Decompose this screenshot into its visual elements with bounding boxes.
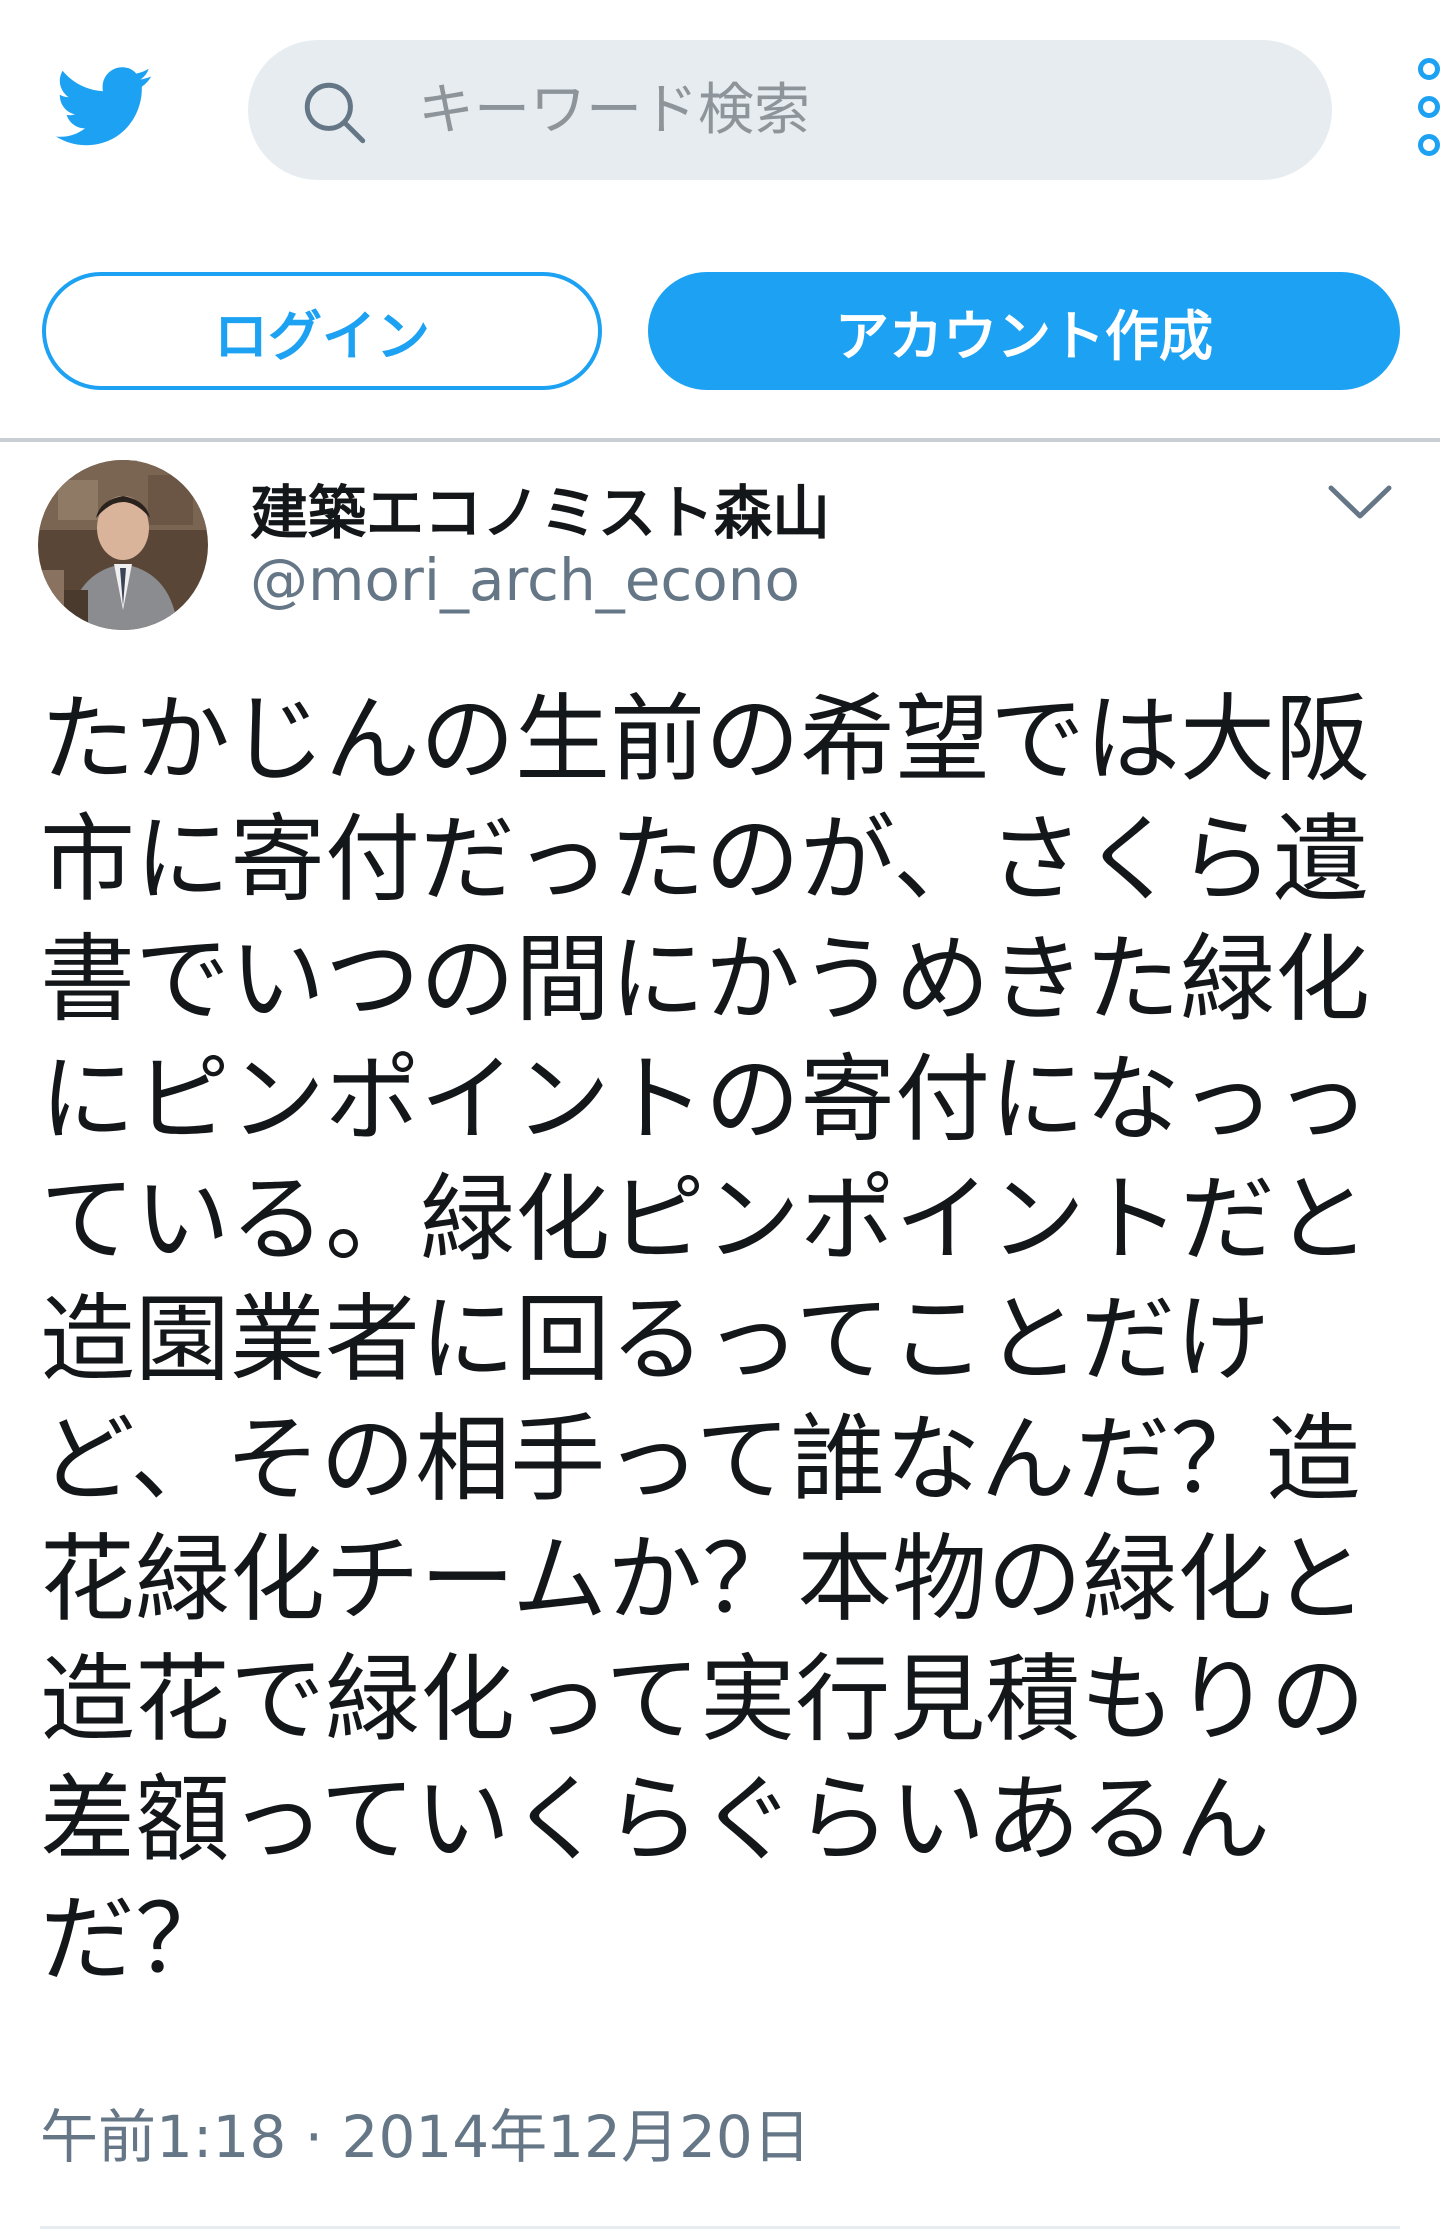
header-divider [0,438,1440,442]
avatar[interactable] [38,460,208,630]
tweet-timestamp[interactable]: 午前1:18 · 2014年12月20日 [40,2090,811,2174]
search-input[interactable] [418,62,1278,158]
twitter-bird-icon[interactable] [52,58,158,154]
tweet-text-line: 書でいつの間にかうめきた緑化 [40,925,1371,1035]
tweet-text-line: だ？ [40,1885,231,1995]
tweet-text-line: たかじんの生前の希望では大阪 [40,685,1371,795]
search-icon [304,82,366,144]
create-account-button[interactable]: アカウント作成 [648,272,1400,390]
dot [1418,96,1440,118]
user-handle[interactable]: @mori_arch_econo [250,546,800,614]
display-name[interactable]: 建築エコノミスト森山 [250,466,830,550]
login-button[interactable]: ログイン [42,272,602,390]
chevron-down-icon[interactable] [1325,478,1395,524]
tweet-text-line: 差額っていくらぐらいあるん [40,1765,1271,1875]
search-bar[interactable] [248,40,1332,180]
dot [1418,58,1440,80]
tweet-text-line: ど、その相手って誰なんだ？造 [40,1405,1361,1515]
tweet-text-line: 造園業者に回るってことだけ [40,1285,1271,1395]
tweet-text-line: ている。緑化ピンポイントだと [40,1165,1371,1275]
avatar-photo [38,460,208,630]
tweet-text-line: 花緑化チームか？本物の緑化と [40,1525,1368,1635]
bottom-divider [40,2226,1400,2229]
tweet-text-line: 市に寄付だったのが、さくら遺 [40,805,1369,915]
tweet-text-line: 造花で緑化って実行見積もりの [40,1645,1366,1755]
top-header: ログイン アカウント作成 [0,0,1440,420]
tweet-text-line: にピンポイントの寄付になっっ [40,1045,1371,1155]
more-vertical-icon[interactable] [1418,58,1440,168]
dot [1418,134,1440,156]
tweet-text: たかじんの生前の希望では大阪 市に寄付だったのが、さくら遺 書でいつの間にかうめ… [40,680,1410,2000]
